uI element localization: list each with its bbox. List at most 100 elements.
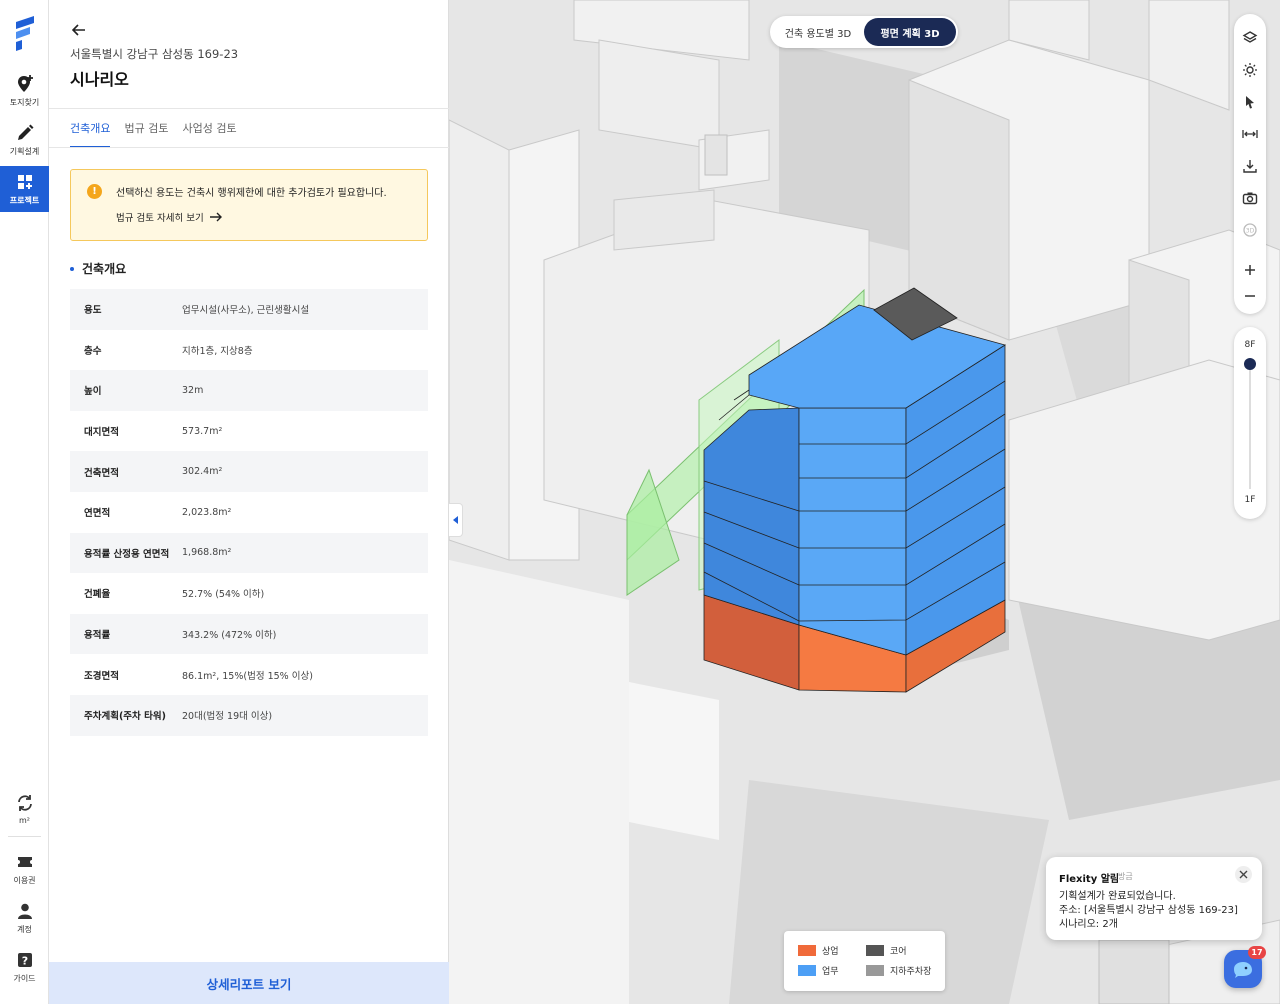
- link-label: 법규 검토 자세히 보기: [116, 213, 204, 224]
- sun-icon: [1243, 63, 1257, 77]
- spec-label: 건폐율: [84, 589, 111, 601]
- tab-floorplan-3d[interactable]: 평면 계획 3D: [864, 18, 956, 46]
- rail-item-unit-toggle[interactable]: m²: [0, 786, 49, 832]
- zoom-out-button[interactable]: [1240, 286, 1260, 306]
- rail-item-label: m²: [19, 816, 30, 825]
- select-button[interactable]: [1240, 92, 1260, 112]
- download-icon: [1243, 160, 1257, 173]
- table-row: 건폐율 52.7% (54% 이하): [70, 573, 428, 614]
- table-row: 용적률 343.2% (472% 이하): [70, 613, 428, 655]
- floor-bottom-label: 1F: [1244, 495, 1256, 505]
- back-button[interactable]: [69, 20, 89, 40]
- table-row: 대지면적 573.7m²: [70, 411, 428, 452]
- notification-count-badge: 17: [1248, 946, 1266, 959]
- toast-close-button[interactable]: [1235, 866, 1252, 883]
- floor-slider[interactable]: 8F 1F: [1234, 327, 1266, 519]
- spec-label: 건축면적: [84, 467, 119, 479]
- collapse-panel-button[interactable]: [449, 503, 463, 537]
- tab-regulation[interactable]: 법규 검토: [124, 110, 168, 148]
- regulation-detail-link[interactable]: 법규 검토 자세히 보기: [116, 210, 223, 224]
- toast-time: 방금: [1118, 872, 1133, 881]
- table-row: 건축면적 302.4m²: [70, 451, 428, 492]
- legend-label: 코어: [890, 947, 907, 957]
- spec-label: 용도: [84, 305, 102, 317]
- legend-item-core: 코어: [866, 944, 907, 957]
- caret-left-icon: [452, 516, 458, 524]
- spec-value: 32m: [182, 384, 204, 396]
- map-pin-plus-icon: [15, 74, 35, 94]
- camera-icon: [1242, 192, 1258, 205]
- legend-label: 지하주차장: [890, 967, 932, 977]
- rail-item-label: 계정: [17, 925, 32, 934]
- measure-icon: [1242, 130, 1258, 138]
- notification-toast: Flexity 알림 방금 기획설계가 완료되었습니다. 주소: [서울특별시 …: [1046, 857, 1262, 940]
- rail-item-label: 이용권: [13, 876, 36, 885]
- rail-item-planning[interactable]: 기획설계: [0, 117, 49, 163]
- measure-button[interactable]: [1240, 124, 1260, 144]
- usage-legend: 상업 코어 업무 지하주차장: [784, 931, 945, 991]
- table-row: 연면적 2,023.8m²: [70, 492, 428, 533]
- spec-value: 2,023.8m²: [182, 506, 232, 518]
- legend-swatch: [866, 945, 884, 956]
- rail-item-label: 가이드: [13, 974, 36, 983]
- rail-divider: [8, 836, 41, 837]
- section-title: 건축개요: [70, 260, 126, 277]
- spec-value: 573.7m²: [182, 425, 223, 437]
- svg-text:?: ?: [21, 955, 27, 968]
- help-icon: ?: [15, 950, 35, 970]
- spec-label: 층수: [84, 345, 102, 357]
- rail-item-land-search[interactable]: 토지찾기: [0, 68, 49, 114]
- detail-report-button[interactable]: 상세리포트 보기: [49, 962, 449, 1004]
- spec-value: 1,968.8m²: [182, 547, 232, 559]
- spec-value: 86.1m², 15%(법정 15% 이상): [182, 670, 313, 682]
- capture-button[interactable]: [1240, 188, 1260, 208]
- flexity-logo[interactable]: [12, 16, 36, 52]
- close-icon: [1239, 870, 1248, 879]
- whale-chat-icon: [1234, 962, 1252, 978]
- map-scene: [449, 0, 1280, 1004]
- sun-button[interactable]: [1240, 60, 1260, 80]
- ticket-icon: [15, 852, 35, 872]
- rail-item-guide[interactable]: ? 가이드: [0, 944, 49, 990]
- legend-item-commercial: 상업: [798, 944, 839, 957]
- rotate-3d-button[interactable]: 3D: [1240, 220, 1260, 240]
- spec-value: 302.4m²: [182, 466, 223, 478]
- pencil-icon: [15, 123, 35, 143]
- legend-item-office: 업무: [798, 964, 839, 977]
- spec-table: 용도 업무시설(사무소), 근린생활시설층수 지하1층, 지상8층높이 32m 대지면적…: [70, 289, 428, 736]
- spec-value: 지하1층, 지상8층: [182, 345, 253, 357]
- tab-usage-3d[interactable]: 건축 용도별 3D: [772, 18, 864, 46]
- unit-swap-icon: [15, 793, 35, 813]
- slider-track[interactable]: [1249, 365, 1251, 489]
- scenario-panel: 서울특별시 강남구 삼성동 169-23 시나리오 건축개요 법규 검토 사업성…: [49, 0, 449, 1004]
- notice-message: 선택하신 용도는 건축시 행위제한에 대한 추가검토가 필요합니다.: [116, 188, 387, 199]
- layers-button[interactable]: [1240, 28, 1260, 48]
- table-row: 용도 업무시설(사무소), 근린생활시설: [70, 289, 428, 330]
- map-3d-viewport[interactable]: 건축 용도별 3D 평면 계획 3D: [449, 0, 1280, 1004]
- arrow-right-icon: [209, 212, 222, 222]
- map-toolbar: 3D: [1234, 14, 1266, 314]
- rail-item-project[interactable]: 프로젝트: [0, 166, 49, 212]
- rail-item-ticket[interactable]: 이용권: [0, 846, 49, 892]
- divider: [49, 108, 449, 109]
- floor-top-label: 8F: [1244, 340, 1256, 350]
- legend-swatch: [798, 965, 816, 976]
- zoom-in-button[interactable]: [1240, 260, 1260, 280]
- warning-icon: !: [87, 184, 102, 199]
- slider-handle[interactable]: [1244, 358, 1256, 370]
- table-row: 높이 32m: [70, 370, 428, 411]
- rail-item-account[interactable]: 계정: [0, 895, 49, 941]
- spec-label: 용적률 산정용 연면적: [84, 548, 170, 560]
- warning-notice: ! 선택하신 용도는 건축시 행위제한에 대한 추가검토가 필요합니다. 법규 …: [70, 169, 428, 241]
- spec-label: 용적률: [84, 630, 111, 642]
- tab-feasibility[interactable]: 사업성 검토: [182, 110, 236, 148]
- view-mode-toggle: 건축 용도별 3D 평면 계획 3D: [770, 16, 958, 48]
- toast-scenario-count: 시나리오: 2개: [1059, 919, 1118, 930]
- download-button[interactable]: [1240, 156, 1260, 176]
- spec-label: 주차계획(주차 타워): [84, 711, 166, 723]
- spec-label: 조경면적: [84, 670, 119, 682]
- tab-overview[interactable]: 건축개요: [70, 110, 111, 148]
- legend-swatch: [798, 945, 816, 956]
- spec-value: 52.7% (54% 이하): [182, 589, 265, 601]
- left-rail: 토지찾기 기획설계 프로젝트 m² 이용권 계정 ? 가이드: [0, 0, 49, 1004]
